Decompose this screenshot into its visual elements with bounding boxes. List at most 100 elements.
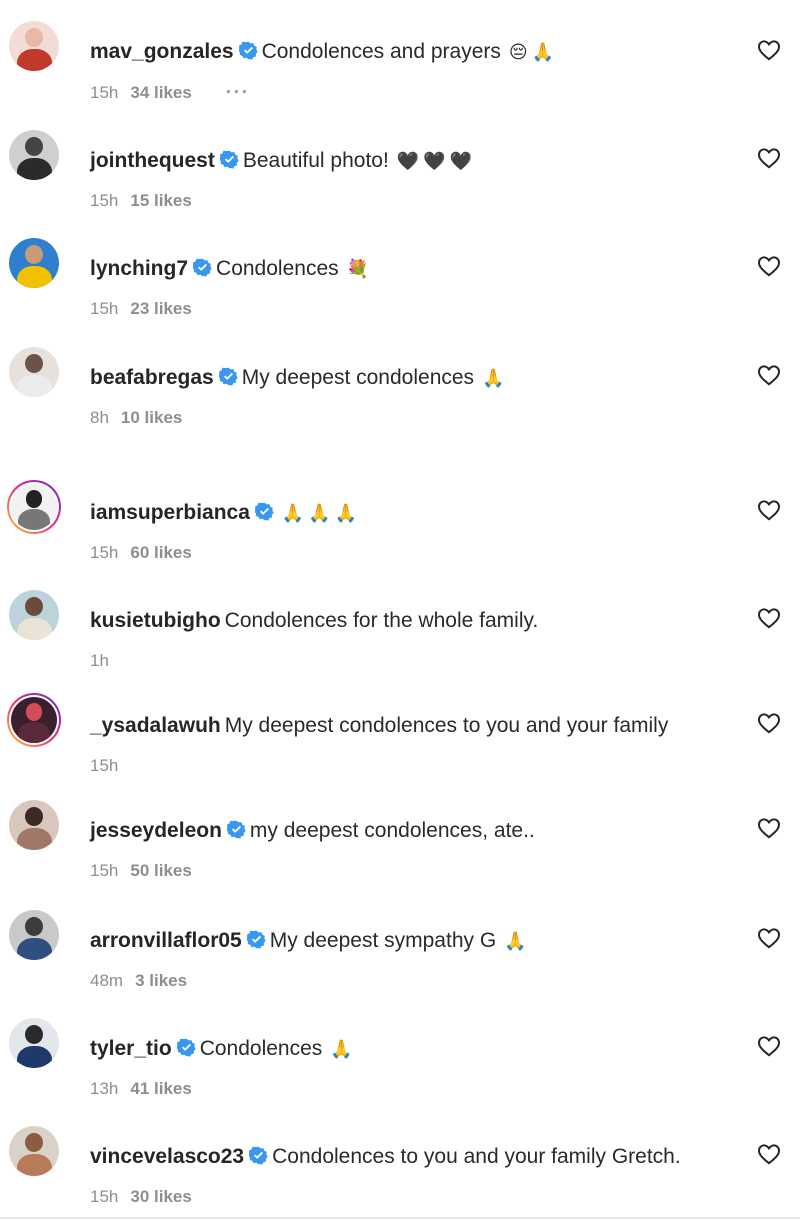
like-heart-icon[interactable] [757, 364, 781, 386]
comment-timestamp[interactable]: 15h [90, 83, 118, 102]
verified-badge-icon [217, 365, 238, 386]
likes-count[interactable]: 3 likes [135, 971, 187, 990]
avatar[interactable] [9, 1126, 59, 1176]
like-heart-icon[interactable] [757, 39, 781, 61]
avatar-wrap[interactable] [7, 1016, 61, 1070]
avatar-figure-body [16, 937, 52, 960]
avatar-wrap[interactable] [7, 588, 61, 642]
like-heart-icon[interactable] [757, 607, 781, 629]
comment-line: tyler_tio Condolences 🙏 [90, 1034, 357, 1065]
comment-line: _ysadalawuh My deepest condolences to you… [90, 711, 668, 741]
username-link[interactable]: vincevelasco23 [90, 1145, 244, 1168]
comment-line: jointhequest Beautiful photo! 🖤🖤🖤 [90, 146, 476, 177]
comment-text: Beautiful photo! [242, 149, 389, 172]
comment-line: vincevelasco23 Condolences to you and you… [90, 1142, 681, 1172]
comment-timestamp[interactable]: 13h [90, 1079, 118, 1098]
comment-line: beafabregas My deepest condolences 🙏 [90, 363, 508, 394]
avatar-figure-head [25, 245, 43, 264]
avatar-figure-body [16, 1045, 52, 1068]
like-heart-icon[interactable] [757, 499, 781, 521]
comment-meta: 15h 50 likes [90, 860, 192, 882]
username-link[interactable]: beafabregas [90, 366, 214, 389]
comment-text: my deepest condolences, ate.. [249, 819, 535, 842]
avatar-story-ring[interactable] [7, 693, 61, 747]
avatar-figure-head [25, 354, 43, 373]
comment-meta: 15h 23 likes [90, 298, 192, 320]
like-heart-icon[interactable] [757, 927, 781, 949]
comment-timestamp[interactable]: 15h [90, 756, 118, 775]
avatar[interactable] [9, 590, 59, 640]
comment-meta: 1h [90, 650, 109, 672]
username-link[interactable]: tyler_tio [90, 1037, 172, 1060]
username-link[interactable]: arronvillaflor05 [90, 929, 242, 952]
avatar-wrap[interactable] [7, 236, 61, 290]
likes-count[interactable]: 50 likes [130, 861, 191, 880]
avatar-wrap[interactable] [7, 908, 61, 962]
comment-meta: 15h 30 likes [90, 1186, 192, 1208]
avatar-wrap[interactable] [7, 345, 61, 399]
comment-row: mav_gonzales Condolences and prayers 😔🙏 15h… [0, 13, 800, 113]
comment-line: mav_gonzales Condolences and prayers 😔🙏 [90, 37, 558, 68]
like-heart-icon[interactable] [757, 1143, 781, 1165]
likes-count[interactable]: 30 likes [130, 1187, 191, 1206]
comment-text: My deepest condolences to you and your f… [224, 714, 669, 737]
verified-badge-icon [248, 1144, 268, 1165]
comment-line: iamsuperbianca 🙏🙏🙏 [90, 498, 361, 529]
like-heart-icon[interactable] [757, 255, 781, 277]
like-heart-icon[interactable] [757, 1035, 781, 1057]
comment-text: Condolences to you and your family Gretc… [272, 1145, 681, 1168]
username-link[interactable]: mav_gonzales [90, 40, 234, 63]
avatar[interactable] [9, 238, 59, 288]
username-link[interactable]: iamsuperbianca [90, 501, 250, 524]
verified-badge-icon [218, 148, 239, 169]
username-link[interactable]: lynching7 [90, 257, 188, 280]
avatar-wrap[interactable] [7, 128, 61, 182]
avatar[interactable] [9, 1018, 59, 1068]
avatar[interactable] [9, 910, 59, 960]
likes-count[interactable]: 15 likes [130, 191, 191, 210]
avatar-figure-head [25, 917, 43, 936]
likes-count[interactable]: 60 likes [130, 543, 191, 562]
comment-row: kusietubigho Condolences for the whole fa… [0, 582, 800, 682]
avatar-figure-body [16, 48, 52, 71]
avatar-wrap[interactable] [7, 19, 61, 73]
avatar[interactable] [11, 484, 57, 530]
avatar-figure-head [25, 597, 43, 616]
avatar[interactable] [9, 347, 59, 397]
comment-timestamp[interactable]: 1h [90, 651, 109, 670]
like-heart-icon[interactable] [757, 147, 781, 169]
avatar-figure-head [25, 490, 43, 508]
comment-timestamp[interactable]: 15h [90, 299, 118, 318]
avatar-wrap[interactable] [7, 798, 61, 852]
comment-emoji: 🙏🙏🙏 [281, 503, 362, 524]
comment-line: jesseydeleon my deepest condolences, ate.… [90, 816, 535, 846]
username-link[interactable]: _ysadalawuh [90, 714, 221, 737]
verified-badge-icon [192, 256, 212, 277]
like-heart-icon[interactable] [757, 817, 781, 839]
comment-timestamp[interactable]: 48m [90, 971, 123, 990]
username-link[interactable]: jesseydeleon [90, 819, 222, 842]
likes-count[interactable]: 10 likes [121, 408, 182, 427]
comment-timestamp[interactable]: 15h [90, 191, 118, 210]
avatar-wrap[interactable] [7, 1124, 61, 1178]
like-heart-icon[interactable] [757, 712, 781, 734]
avatar-figure-body [16, 265, 52, 288]
avatar-figure-body [16, 157, 52, 180]
username-link[interactable]: kusietubigho [90, 609, 221, 632]
comment-timestamp[interactable]: 15h [90, 543, 118, 562]
comment-timestamp[interactable]: 8h [90, 408, 109, 427]
avatar-story-ring[interactable] [7, 480, 61, 534]
likes-count[interactable]: 23 likes [130, 299, 191, 318]
avatar-figure-body [16, 827, 52, 850]
comment-timestamp[interactable]: 15h [90, 1187, 118, 1206]
more-options-icon[interactable]: ··· [226, 82, 250, 102]
likes-count[interactable]: 41 likes [130, 1079, 191, 1098]
comment-row: iamsuperbianca 🙏🙏🙏 15h 60 likes [0, 474, 800, 574]
avatar[interactable] [9, 21, 59, 71]
avatar[interactable] [9, 800, 59, 850]
likes-count[interactable]: 34 likes [130, 83, 191, 102]
avatar[interactable] [9, 130, 59, 180]
username-link[interactable]: jointhequest [90, 149, 215, 172]
comment-timestamp[interactable]: 15h [90, 861, 118, 880]
avatar[interactable] [11, 697, 57, 743]
